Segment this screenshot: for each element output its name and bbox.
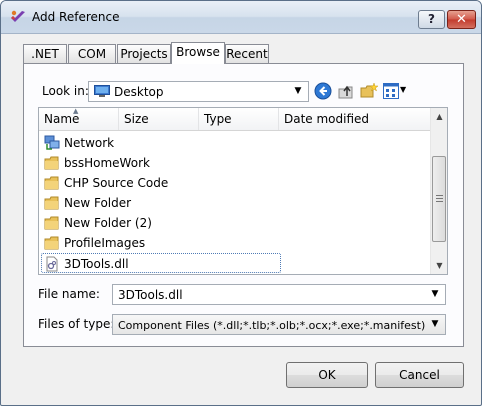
back-icon[interactable] bbox=[314, 82, 332, 100]
look-in-value: Desktop bbox=[114, 85, 164, 99]
file-type-label: Files of type: bbox=[38, 317, 115, 331]
list-item-label: New Folder bbox=[64, 196, 132, 210]
cancel-button[interactable]: Cancel bbox=[375, 362, 464, 388]
tab-browse[interactable]: Browse bbox=[171, 42, 225, 64]
view-menu-button[interactable]: ▼ bbox=[383, 82, 409, 100]
network-icon bbox=[44, 135, 60, 150]
folder-icon bbox=[44, 196, 59, 210]
column-header-size[interactable]: Size bbox=[119, 108, 199, 130]
chevron-down-icon: ▼ bbox=[294, 86, 302, 96]
tab-dotnet[interactable]: .NET bbox=[23, 44, 67, 63]
look-in-label: Look in: bbox=[42, 84, 89, 98]
dll-file-icon bbox=[46, 256, 58, 272]
column-size-label: Size bbox=[124, 112, 149, 126]
chevron-down-icon: ▼ bbox=[431, 319, 439, 329]
list-item-label: New Folder (2) bbox=[64, 216, 152, 230]
window-title: Add Reference bbox=[32, 10, 120, 24]
sort-ascending-icon: ▲ bbox=[73, 107, 79, 115]
column-date-label: Date modified bbox=[284, 112, 370, 126]
list-item-label: bssHomeWork bbox=[64, 156, 150, 170]
scroll-up-icon[interactable]: ▲ bbox=[431, 108, 447, 125]
view-menu-chevron-icon: ▼ bbox=[400, 85, 407, 94]
tab-com[interactable]: COM bbox=[68, 44, 116, 63]
desktop-icon bbox=[94, 85, 110, 97]
list-item-selected[interactable]: 3DTools.dll bbox=[41, 253, 281, 273]
close-button[interactable]: ✕ bbox=[447, 10, 476, 29]
new-folder-icon[interactable] bbox=[360, 82, 378, 100]
file-name-label: File name: bbox=[38, 287, 100, 301]
visual-studio-icon bbox=[11, 10, 25, 22]
browse-panel: Look in: Desktop ▼ ▼ ▲ Name Size Type Da… bbox=[23, 63, 464, 347]
up-folder-icon[interactable] bbox=[337, 82, 355, 100]
title-bar[interactable]: Add Reference ? ✕ bbox=[1, 1, 481, 34]
file-list-header: ▲ Name Size Type Date modified bbox=[39, 108, 430, 131]
look-in-dropdown[interactable]: Desktop ▼ bbox=[88, 81, 309, 102]
folder-icon bbox=[44, 156, 59, 170]
file-name-input[interactable]: 3DTools.dll ▼ bbox=[112, 284, 446, 305]
list-item-label: CHP Source Code bbox=[64, 176, 169, 190]
file-type-value: Component Files (*.dll;*.tlb;*.olb;*.ocx… bbox=[118, 319, 426, 332]
column-header-type[interactable]: Type bbox=[199, 108, 279, 130]
column-type-label: Type bbox=[204, 112, 232, 126]
view-menu-icon bbox=[383, 83, 399, 99]
ok-button[interactable]: OK bbox=[286, 362, 368, 388]
tab-recent[interactable]: Recent bbox=[225, 44, 269, 63]
scroll-down-icon[interactable]: ▼ bbox=[431, 257, 447, 274]
chevron-down-icon[interactable]: ▼ bbox=[428, 287, 442, 302]
folder-icon bbox=[44, 176, 59, 190]
help-button[interactable]: ? bbox=[418, 10, 445, 29]
file-name-value: 3DTools.dll bbox=[118, 288, 183, 302]
file-list[interactable]: ▲ Name Size Type Date modified Network b… bbox=[38, 107, 448, 275]
column-header-name[interactable]: ▲ Name bbox=[39, 108, 119, 130]
folder-icon bbox=[44, 216, 59, 230]
scrollbar-thumb[interactable] bbox=[432, 156, 446, 242]
vertical-scrollbar[interactable]: ▲ ▼ bbox=[430, 108, 447, 274]
list-item-label: ProfileImages bbox=[64, 236, 146, 250]
folder-icon bbox=[44, 236, 59, 250]
column-header-date-modified[interactable]: Date modified bbox=[279, 108, 430, 130]
file-type-dropdown[interactable]: Component Files (*.dll;*.tlb;*.olb;*.ocx… bbox=[112, 314, 446, 335]
tab-projects[interactable]: Projects bbox=[117, 44, 171, 63]
add-reference-dialog: Add Reference ? ✕ .NET COM Projects Brow… bbox=[0, 0, 482, 406]
list-item-label: Network bbox=[64, 136, 115, 150]
list-item-label: 3DTools.dll bbox=[64, 257, 129, 271]
